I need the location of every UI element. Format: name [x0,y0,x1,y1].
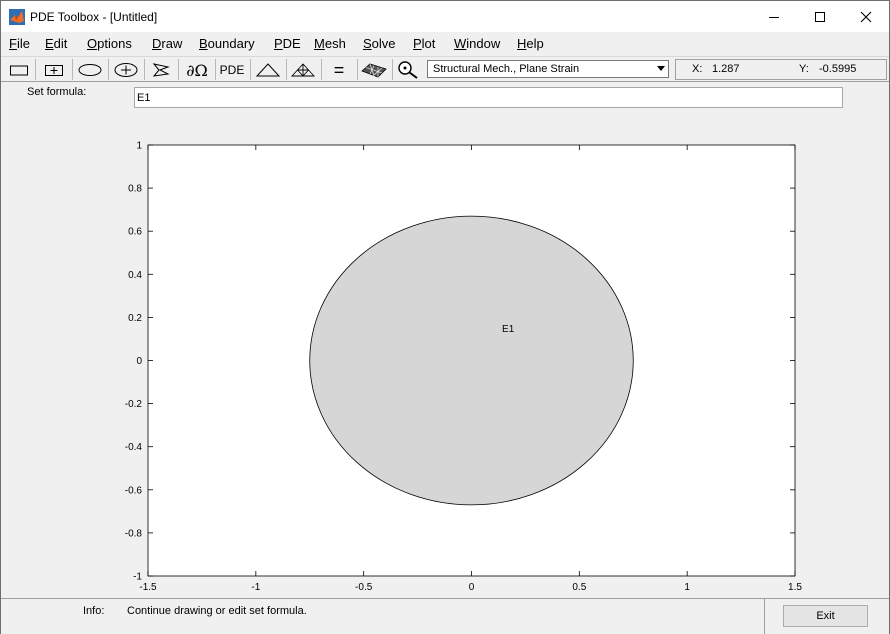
draw-ellipse-button[interactable] [75,59,105,81]
init-mesh-icon [255,63,281,77]
application-mode-select[interactable]: Structural Mech., Plane Strain [427,60,669,78]
menu-window[interactable]: Window [454,36,500,51]
x-tick-label: 0.5 [572,582,586,593]
status-divider [764,599,765,634]
status-bar: Info: Continue drawing or edit set formu… [1,598,889,634]
rectangle-icon [10,65,28,76]
draw-centered-rectangle-button[interactable] [39,59,69,81]
ellipse-icon [78,64,102,76]
y-tick-label: -0.2 [125,399,143,410]
application-mode-value: Structural Mech., Plane Strain [433,63,580,75]
x-coord-label: X: [692,63,703,75]
menu-help[interactable]: Help [517,36,544,51]
x-tick-label: 1 [684,582,690,593]
x-tick-label: 0 [469,582,475,593]
info-label: Info: [83,605,105,617]
y-coord-value: -0.5995 [819,63,857,75]
shape-label: E1 [502,324,515,335]
centered-ellipse-icon [114,63,138,77]
pde-specification-icon: PDE [219,63,245,77]
close-icon [860,11,872,22]
zoom-icon [398,61,418,79]
set-formula-input[interactable]: E1 [134,87,843,108]
menu-solve[interactable]: Solve [363,36,396,51]
boundary-mode-button[interactable]: ∂Ω [182,59,212,81]
set-formula-bar: Set formula: E1 [1,81,889,117]
plot-area[interactable]: -1.5 -1 -0.5 0 0.5 1 1.5 1 0.8 0.6 0.4 0.2 0 -0.2 -0.4… [1,116,889,598]
y-tick-label: -1 [133,572,142,583]
menu-mesh[interactable]: Mesh [314,36,346,51]
boundary-mode-icon: ∂Ω [186,60,208,80]
initialize-mesh-button[interactable] [253,59,283,81]
y-tick-label: -0.8 [125,528,143,539]
y-tick-label: 1 [136,141,142,152]
solve-pde-button[interactable]: = [324,59,354,81]
minimize-button[interactable] [751,1,797,32]
menu-bar: File Edit Options Draw Boundary PDE Mesh… [1,32,889,56]
minimize-icon [769,16,779,18]
pde-toolbox-window: PDE Toolbox - [Untitled] File Edit Optio… [0,0,890,634]
plot-icon [361,63,387,78]
y-tick-label: -0.4 [125,442,143,453]
close-button[interactable] [843,1,889,32]
y-tick-label: 0.8 [128,184,142,195]
maximize-button[interactable] [797,1,843,32]
menu-options[interactable]: Options [87,36,132,51]
toolbar: ∂Ω PDE = Structural Mech., Plane Strain … [1,56,889,82]
x-coord-value: 1.287 [712,63,740,75]
chevron-down-icon [657,66,665,71]
matlab-logo-icon [9,9,25,25]
draw-rectangle-button[interactable] [6,59,32,81]
refine-mesh-button[interactable] [288,59,318,81]
centered-rectangle-icon [45,65,63,76]
title-bar: PDE Toolbox - [Untitled] [1,1,889,32]
window-title: PDE Toolbox - [Untitled] [30,10,158,24]
plot-solution-button[interactable] [359,59,389,81]
menu-plot[interactable]: Plot [413,36,435,51]
menu-boundary[interactable]: Boundary [199,36,255,51]
ellipse-e1[interactable] [309,215,634,506]
cursor-coordinates: X: 1.287 Y: -0.5995 [675,59,887,80]
menu-draw[interactable]: Draw [152,36,182,51]
exit-label: Exit [816,610,835,622]
geometry-axes[interactable]: -1.5 -1 -0.5 0 0.5 1 1.510.80.60.40.20-0.2-0.4… [1,116,889,598]
pde-specification-button[interactable]: PDE [217,59,247,81]
x-tick-label: 1.5 [788,582,802,593]
zoom-button[interactable] [394,59,422,81]
y-tick-label: 0.6 [128,227,142,238]
y-tick-label: 0 [136,356,142,367]
x-tick-label: -1.5 [139,582,157,593]
menu-pde[interactable]: PDE [274,36,301,51]
y-tick-label: 0.4 [128,270,142,281]
set-formula-label: Set formula: [27,86,87,98]
menu-edit[interactable]: Edit [45,36,67,51]
maximize-icon [815,11,825,22]
x-tick-label: -1 [251,582,260,593]
y-coord-label: Y: [799,63,809,75]
y-tick-label: 0.2 [128,313,142,324]
draw-centered-ellipse-button[interactable] [111,59,141,81]
x-tick-label: -0.5 [355,582,373,593]
refine-mesh-icon [290,63,316,77]
draw-polygon-button[interactable] [147,59,175,81]
y-tick-label: -0.6 [125,485,143,496]
menu-file[interactable]: File [9,36,30,51]
info-text: Continue drawing or edit set formula. [127,605,307,617]
polygon-icon [152,63,170,77]
exit-button[interactable]: Exit [783,605,868,627]
solve-icon: = [333,59,345,80]
